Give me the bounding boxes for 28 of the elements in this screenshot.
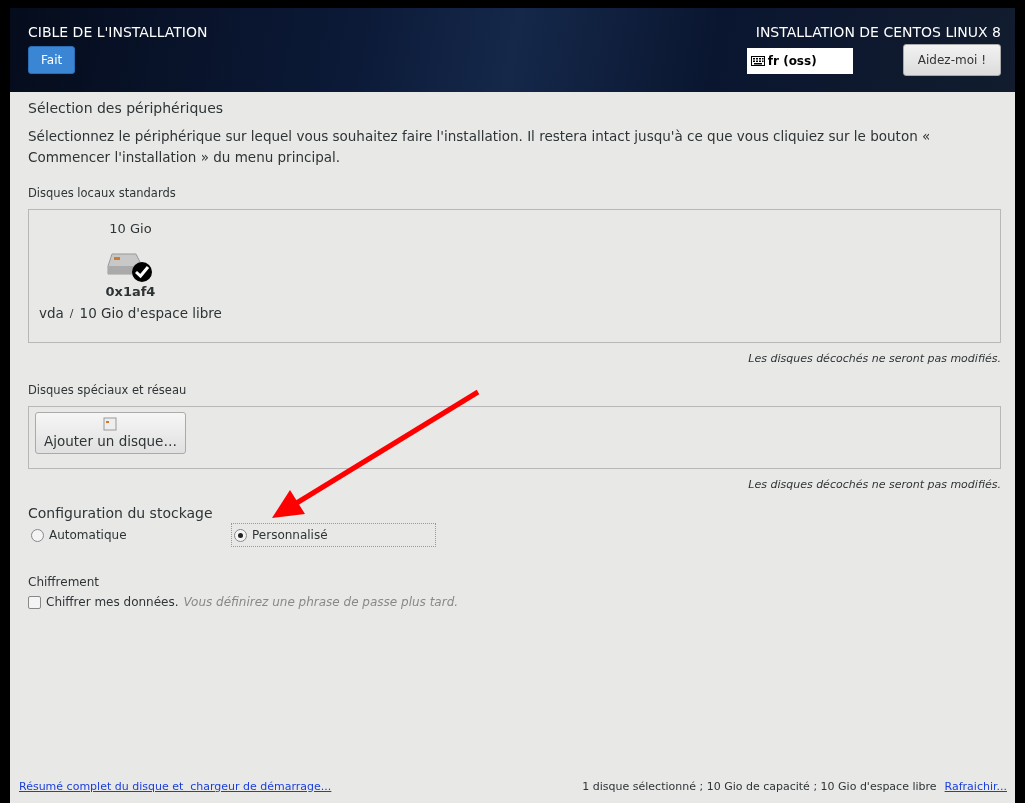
disk-name: 0x1af4 (105, 284, 156, 299)
keyboard-icon (750, 56, 765, 66)
product-title: INSTALLATION DE CENTOS LINUX 8 (755, 24, 1001, 40)
description-text: Sélectionnez le périphérique sur lequel vous souhaitez faire l'installation. Il restera intact jusqu'à ce que vous cliquiez sur le bouton « Commencer l'installation » du menu principal. (28, 127, 932, 167)
spoke-title: CIBLE DE L'INSTALLATION (28, 24, 208, 40)
radio-option[interactable]: Personnalisé (231, 523, 436, 547)
checkbox[interactable] (28, 595, 41, 609)
section-heading: Disques locaux standards (28, 186, 177, 200)
hint-text: Vous définirez une phrase de passe plus tard. (183, 595, 459, 609)
section-heading: Disques spéciaux et réseau (28, 383, 188, 397)
device-name: vda (39, 305, 64, 321)
done-button[interactable]: Fait (28, 46, 76, 74)
free-space: 10 Gio d'espace libre (79, 305, 222, 321)
summary-link[interactable]: Résumé complet du disque et chargeur de démarrage... (19, 780, 332, 793)
refresh-link[interactable]: Rafraichir... (944, 780, 1007, 793)
disk-size: 10 Gio (109, 221, 152, 236)
help-button[interactable]: Aidez-moi ! (902, 44, 1001, 76)
radio-option[interactable]: Automatique (28, 523, 231, 547)
section-heading: Configuration du stockage (28, 505, 214, 521)
checkbox-label: Chiffrer mes données. (46, 595, 179, 609)
section-heading: Sélection des périphériques (28, 100, 225, 116)
keyboard-layout-indicator[interactable]: fr (oss) (746, 48, 853, 74)
note-text: Les disques décochés ne seront pas modifiés. (747, 478, 1001, 491)
note-text: Les disques décochés ne seront pas modifiés. (747, 352, 1001, 365)
add-disk-button[interactable]: Ajouter un disque… (35, 412, 186, 454)
separator: / (69, 306, 74, 320)
section-heading: Chiffrement (28, 575, 101, 589)
status-text: 1 disque sélectionné ; 10 Gio de capacité ; 10 Gio d'espace libre (582, 780, 937, 793)
